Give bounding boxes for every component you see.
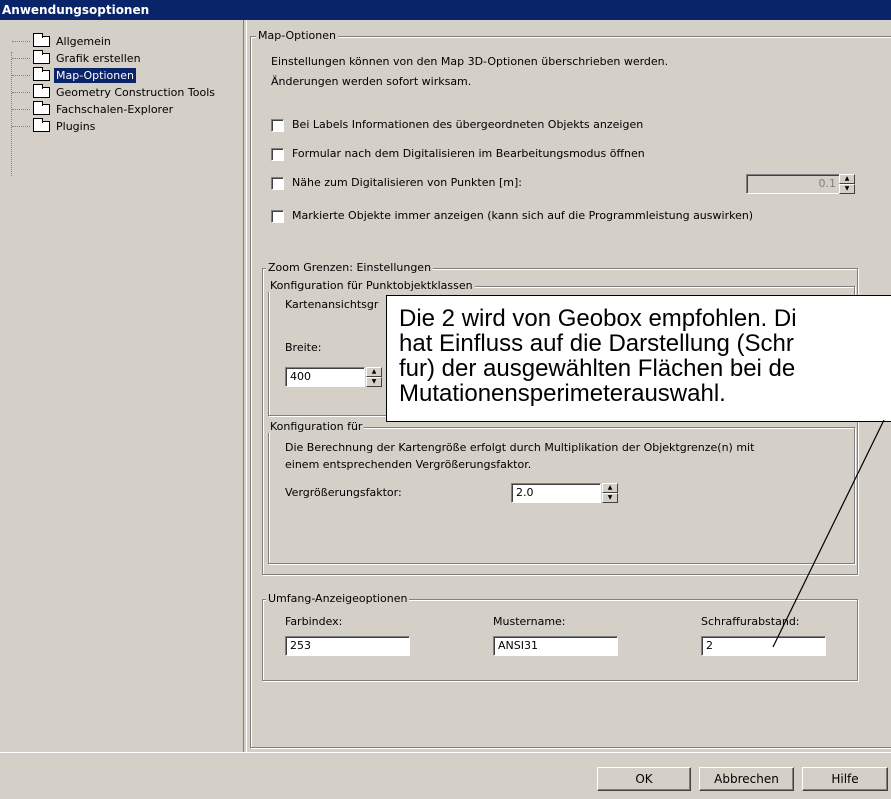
width-label: Breite: [285,341,322,354]
spin-down-icon[interactable]: ▼ [839,184,855,194]
proximity-input[interactable]: 0.1 [746,174,841,194]
checkbox-label: Markierte Objekte immer anzeigen (kann s… [292,209,754,222]
pattern-name-label: Mustername: [493,615,566,628]
tree-item-label: Map-Optionen [54,68,136,83]
tree-item-allgemein[interactable]: Allgemein [12,33,113,50]
map-options-legend: Map-Optionen [256,29,338,42]
folder-icon [33,50,50,64]
checkbox-form-edit-mode[interactable] [271,148,284,161]
checkbox-label: Nähe zum Digitalisieren von Punkten [m]: [292,176,522,189]
tree-item-label: Allgemein [56,35,111,48]
callout-line-2: hat Einfluss auf die Darstellung (Schr [399,330,794,357]
proximity-stepper[interactable]: ▲ ▼ [839,174,855,194]
zoom-limits-legend: Zoom Grenzen: Einstellungen [266,261,434,274]
help-button[interactable]: Hilfe [802,767,888,791]
description-line-2: Änderungen werden sofort wirksam. [271,75,472,88]
callout-line-3: fur) der ausgewählten Flächen bei de [399,355,796,382]
tree-item-label: Geometry Construction Tools [56,86,215,99]
options-tree: Allgemein Grafik erstellen Map-Optionen … [0,20,243,752]
spin-up-icon[interactable]: ▲ [366,367,382,377]
color-index-input[interactable]: 253 [285,636,410,656]
checkbox-parent-object-info[interactable] [271,119,284,132]
map-view-label: Kartenansichtsgr [285,298,379,311]
factor-input[interactable]: 2.0 [511,483,601,503]
calc-text-line-2: einem entsprechenden Vergrößerungsfaktor… [285,458,532,471]
factor-label: Vergrößerungsfaktor: [285,486,402,499]
checkbox-label: Formular nach dem Digitalisieren im Bear… [292,147,645,160]
extent-display-legend: Umfang-Anzeigeoptionen [266,592,410,605]
tree-item-map-optionen[interactable]: Map-Optionen [12,67,136,84]
width-input[interactable]: 400 [285,367,365,387]
tree-item-grafik-erstellen[interactable]: Grafik erstellen [12,50,143,67]
tree-item-label: Fachschalen-Explorer [56,103,174,116]
tree-item-fachschalen-explorer[interactable]: Fachschalen-Explorer [12,101,175,118]
checkbox-point-proximity[interactable] [271,177,284,190]
factor-stepper[interactable]: ▲ ▼ [602,483,618,503]
folder-icon [33,101,50,115]
ok-button[interactable]: OK [597,767,691,791]
callout-pointer [772,420,885,648]
tree-item-geometry-construction-tools[interactable]: Geometry Construction Tools [12,84,217,101]
tree-item-label: Grafik erstellen [56,52,141,65]
callout-line-1: Die 2 wird von Geobox empfohlen. Di [399,305,797,332]
spin-down-icon[interactable]: ▼ [602,493,618,503]
checkbox-label: Bei Labels Informationen des übergeordne… [292,118,644,131]
description-line-1: Einstellungen können von den Map 3D-Opti… [271,55,669,68]
checkbox-always-show-marked[interactable] [271,210,284,223]
folder-icon [33,67,50,81]
annotation-callout: Die 2 wird von Geobox empfohlen. Di hat … [386,295,891,422]
width-stepper[interactable]: ▲ ▼ [366,367,382,387]
folder-icon [33,33,50,47]
folder-icon [33,84,50,98]
tree-item-label: Plugins [56,120,96,133]
spin-up-icon[interactable]: ▲ [839,174,855,184]
tree-item-plugins[interactable]: Plugins [12,118,97,135]
pattern-name-input[interactable]: ANSI31 [493,636,618,656]
calc-text-line-1: Die Berechnung der Kartengröße erfolgt d… [285,441,755,454]
cancel-button[interactable]: Abbrechen [699,767,794,791]
window-title: Anwendungsoptionen [0,0,891,20]
callout-line-4: Mutationensperimeterauswahl. [399,380,726,407]
second-config-legend: Konfiguration für [268,420,365,433]
color-index-label: Farbindex: [285,615,343,628]
folder-icon [33,118,50,132]
point-config-legend: Konfiguration für Punktobjektklassen [268,279,475,292]
spin-down-icon[interactable]: ▼ [366,377,382,387]
spin-up-icon[interactable]: ▲ [602,483,618,493]
panel-divider [243,20,247,752]
